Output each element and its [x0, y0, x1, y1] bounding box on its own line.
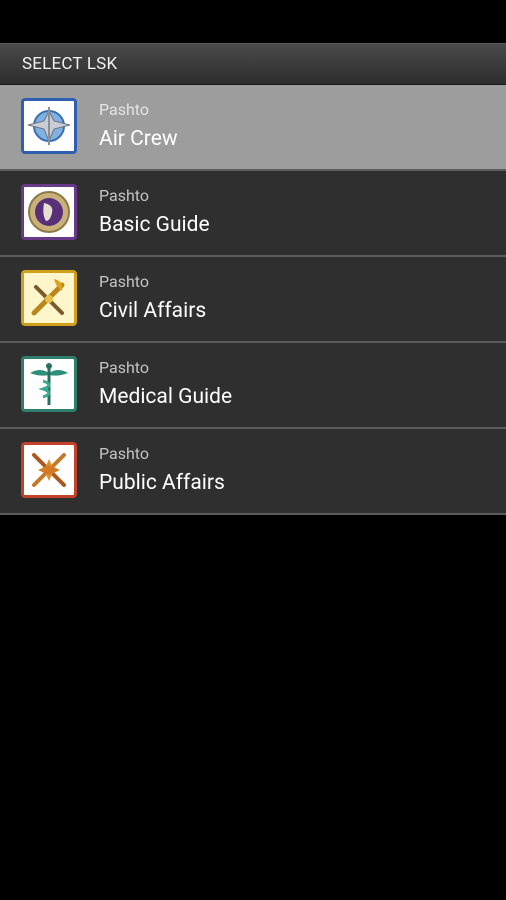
item-language: Pashto	[99, 272, 149, 291]
item-language: Pashto	[99, 100, 149, 119]
medical-guide-emblem-icon	[21, 356, 77, 412]
public-affairs-emblem-icon	[21, 442, 77, 498]
lsk-item-civil-affairs[interactable]: Pashto Civil Affairs	[0, 257, 506, 343]
status-bar	[0, 0, 506, 43]
item-title: Civil Affairs	[99, 299, 207, 323]
item-language: Pashto	[99, 444, 149, 463]
civil-affairs-emblem-icon	[21, 270, 77, 326]
lsk-item-public-affairs[interactable]: Pashto Public Affairs	[0, 429, 506, 515]
lsk-item-air-crew[interactable]: Pashto Air Crew	[0, 85, 506, 171]
item-title: Public Affairs	[99, 471, 225, 495]
item-title: Medical Guide	[99, 385, 233, 409]
lsk-item-basic-guide[interactable]: Pashto Basic Guide	[0, 171, 506, 257]
item-language: Pashto	[99, 358, 149, 377]
item-language: Pashto	[99, 186, 149, 205]
air-crew-emblem-icon	[21, 98, 77, 154]
item-title: Basic Guide	[99, 213, 210, 237]
header-title: SELECT LSK	[22, 54, 118, 74]
item-title: Air Crew	[99, 127, 178, 151]
lsk-list: Pashto Air Crew Pashto Basic Guide Pasht…	[0, 85, 506, 515]
list-header: SELECT LSK	[0, 43, 506, 85]
lsk-item-medical-guide[interactable]: Pashto Medical Guide	[0, 343, 506, 429]
basic-guide-emblem-icon	[21, 184, 77, 240]
